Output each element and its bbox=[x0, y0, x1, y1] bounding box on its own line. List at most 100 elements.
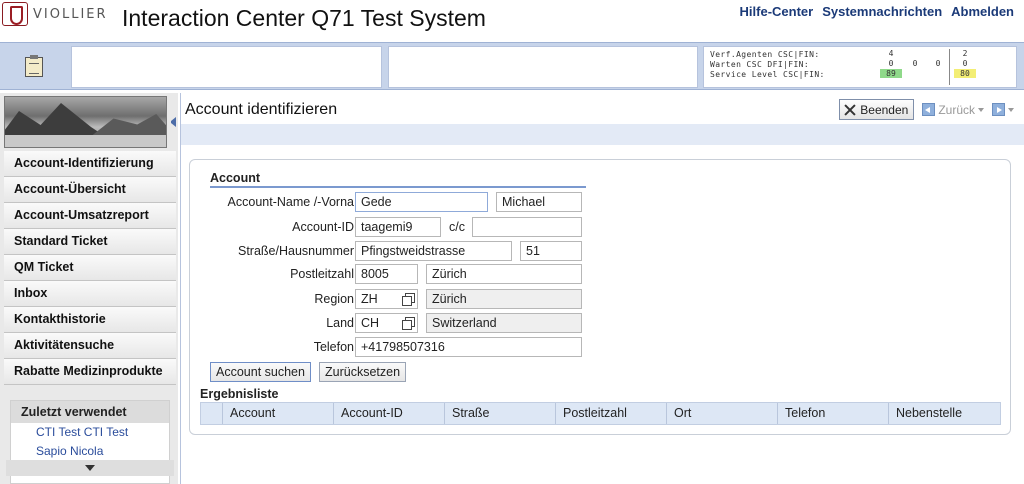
row-land: Land bbox=[190, 313, 354, 334]
value-help-icon[interactable] bbox=[401, 293, 415, 306]
column-header[interactable]: Account bbox=[223, 403, 334, 424]
sidebar: Account-Identifizierung Account-Übersich… bbox=[0, 93, 178, 484]
beenden-button[interactable]: Beenden bbox=[839, 99, 915, 120]
row-id: Account-ID bbox=[190, 217, 354, 238]
service-level-csc: 89 bbox=[880, 69, 902, 78]
label-land: Land bbox=[326, 316, 354, 330]
nav-item-aktivitaetensuche[interactable]: Aktivitätensuche bbox=[4, 333, 176, 359]
main-content: Account identifizieren Beenden Zurück Ac… bbox=[180, 93, 1024, 484]
back-arrow-icon bbox=[922, 103, 936, 116]
row-zip: Postleitzahl bbox=[190, 264, 354, 285]
co-input[interactable] bbox=[472, 217, 582, 237]
forward-button[interactable] bbox=[992, 103, 1014, 116]
stat-label: Verf.Agenten CSC|FIN: bbox=[710, 49, 820, 59]
status-strip: Verf.Agenten CSC|FIN: 4 2 Warten CSC DFI… bbox=[0, 42, 1024, 90]
column-header[interactable]: Telefon bbox=[778, 403, 889, 424]
nav-item-standard-ticket[interactable]: Standard Ticket bbox=[4, 229, 176, 255]
context-field-1 bbox=[71, 46, 382, 88]
nav-item-kontakthistorie[interactable]: Kontakthistorie bbox=[4, 307, 176, 333]
label-street: Straße/Hausnummer bbox=[237, 244, 354, 258]
select-all-cell[interactable] bbox=[201, 403, 223, 424]
close-icon bbox=[843, 103, 857, 117]
label-zip: Postleitzahl bbox=[290, 267, 354, 281]
clipboard-icon bbox=[25, 55, 43, 77]
nav-item-account-uebersicht[interactable]: Account-Übersicht bbox=[4, 177, 176, 203]
row-street: Straße/Hausnummer bbox=[190, 241, 354, 262]
house-number-input[interactable]: 51 bbox=[520, 241, 582, 261]
label-phone: Telefon bbox=[313, 340, 354, 354]
top-header: VIOLLIER Interaction Center Q71 Test Sys… bbox=[0, 0, 1024, 42]
last-name-input[interactable]: Gede bbox=[355, 192, 488, 212]
label-region: Region bbox=[314, 292, 354, 306]
row-phone: Telefon bbox=[190, 337, 354, 358]
top-links: Hilfe-Center Systemnachrichten Abmelden bbox=[740, 4, 1014, 19]
column-header[interactable]: Nebenstelle bbox=[889, 403, 1000, 424]
result-table-header: Account Account-ID Straße Postleitzahl O… bbox=[200, 402, 1001, 425]
stat-value: 4 bbox=[888, 49, 894, 58]
stat-value: 2 bbox=[962, 49, 968, 58]
queue-stats: Verf.Agenten CSC|FIN: 4 2 Warten CSC DFI… bbox=[703, 46, 1017, 88]
nav-item-qm-ticket[interactable]: QM Ticket bbox=[4, 255, 176, 281]
back-label: Zurück bbox=[938, 102, 975, 117]
nav-item-inbox[interactable]: Inbox bbox=[4, 281, 176, 307]
chevron-down-icon bbox=[978, 107, 984, 112]
result-list-title: Ergebnisliste bbox=[200, 387, 279, 401]
nav-item-rabatte-medizinprodukte[interactable]: Rabatte Medizinprodukte bbox=[4, 359, 176, 385]
value-help-icon[interactable] bbox=[401, 317, 415, 330]
help-center-link[interactable]: Hilfe-Center bbox=[740, 4, 814, 19]
column-header[interactable]: Account-ID bbox=[334, 403, 445, 424]
toolbar: Beenden Zurück bbox=[839, 99, 1014, 120]
nav-item-account-identifizierung[interactable]: Account-Identifizierung bbox=[4, 151, 176, 177]
system-title: Interaction Center Q71 Test System bbox=[122, 5, 486, 31]
column-header[interactable]: Straße bbox=[445, 403, 556, 424]
logout-link[interactable]: Abmelden bbox=[951, 4, 1014, 19]
scroll-down-button[interactable] bbox=[6, 460, 174, 476]
chevron-down-icon bbox=[1008, 107, 1014, 112]
stat-row-waiting: Warten CSC DFI|FIN: bbox=[710, 59, 860, 69]
region-name-field: Zürich bbox=[426, 289, 582, 309]
section-title: Account bbox=[210, 171, 586, 188]
stat-row-agents: Verf.Agenten CSC|FIN: bbox=[710, 49, 860, 59]
phone-input[interactable]: +41798507316 bbox=[355, 337, 582, 357]
recent-item[interactable]: CTI Test CTI Test bbox=[11, 423, 169, 442]
label-account-name: Account-Name /-Vorna bbox=[227, 195, 354, 209]
stat-value: 0 bbox=[962, 59, 968, 68]
reset-button[interactable]: Zurücksetzen bbox=[319, 362, 407, 382]
account-search-button[interactable]: Account suchen bbox=[210, 362, 311, 382]
country-name-field: Switzerland bbox=[426, 313, 582, 333]
nav-list: Account-Identifizierung Account-Übersich… bbox=[4, 151, 176, 385]
context-field-2 bbox=[388, 46, 698, 88]
column-header[interactable]: Postleitzahl bbox=[556, 403, 667, 424]
landscape-image bbox=[4, 96, 167, 148]
row-region: Region bbox=[190, 289, 354, 310]
app-window: VIOLLIER Interaction Center Q71 Test Sys… bbox=[0, 0, 1024, 484]
account-id-input[interactable]: taagemi9 bbox=[355, 217, 441, 237]
stat-value: 0 bbox=[912, 59, 918, 68]
recent-item[interactable]: Sapio Nicola bbox=[11, 442, 169, 461]
first-name-input[interactable]: Michael bbox=[496, 192, 582, 212]
chevron-down-icon bbox=[85, 465, 95, 471]
company-logo: VIOLLIER bbox=[2, 2, 108, 26]
system-messages-link[interactable]: Systemnachrichten bbox=[822, 4, 942, 19]
account-search-panel: Account Account-Name /-Vorna Gede Michae… bbox=[189, 159, 1011, 435]
label-account-id: Account-ID bbox=[292, 220, 354, 234]
nav-item-account-umsatzreport[interactable]: Account-Umsatzreport bbox=[4, 203, 176, 229]
beenden-label: Beenden bbox=[860, 102, 909, 117]
zip-input[interactable]: 8005 bbox=[355, 264, 418, 284]
title-band bbox=[181, 124, 1024, 145]
forward-arrow-icon bbox=[992, 103, 1005, 116]
street-input[interactable]: Pfingstweidstrasse bbox=[355, 241, 512, 261]
clipboard-button[interactable] bbox=[8, 47, 60, 87]
stat-row-service-level: Service Level CSC|FIN: bbox=[710, 69, 860, 79]
stat-label: Service Level CSC|FIN: bbox=[710, 69, 825, 79]
logo-mark-icon bbox=[2, 2, 28, 26]
back-button[interactable]: Zurück bbox=[922, 103, 984, 117]
column-header[interactable]: Ort bbox=[667, 403, 778, 424]
logo-text: VIOLLIER bbox=[33, 6, 108, 22]
recent-title: Zuletzt verwendet bbox=[11, 401, 169, 423]
stats-separator bbox=[949, 49, 950, 85]
collapse-sidebar-arrow-icon[interactable] bbox=[170, 117, 176, 127]
city-input[interactable]: Zürich bbox=[426, 264, 582, 284]
stat-label: Warten CSC DFI|FIN: bbox=[710, 59, 810, 69]
service-level-fin: 80 bbox=[954, 69, 976, 78]
